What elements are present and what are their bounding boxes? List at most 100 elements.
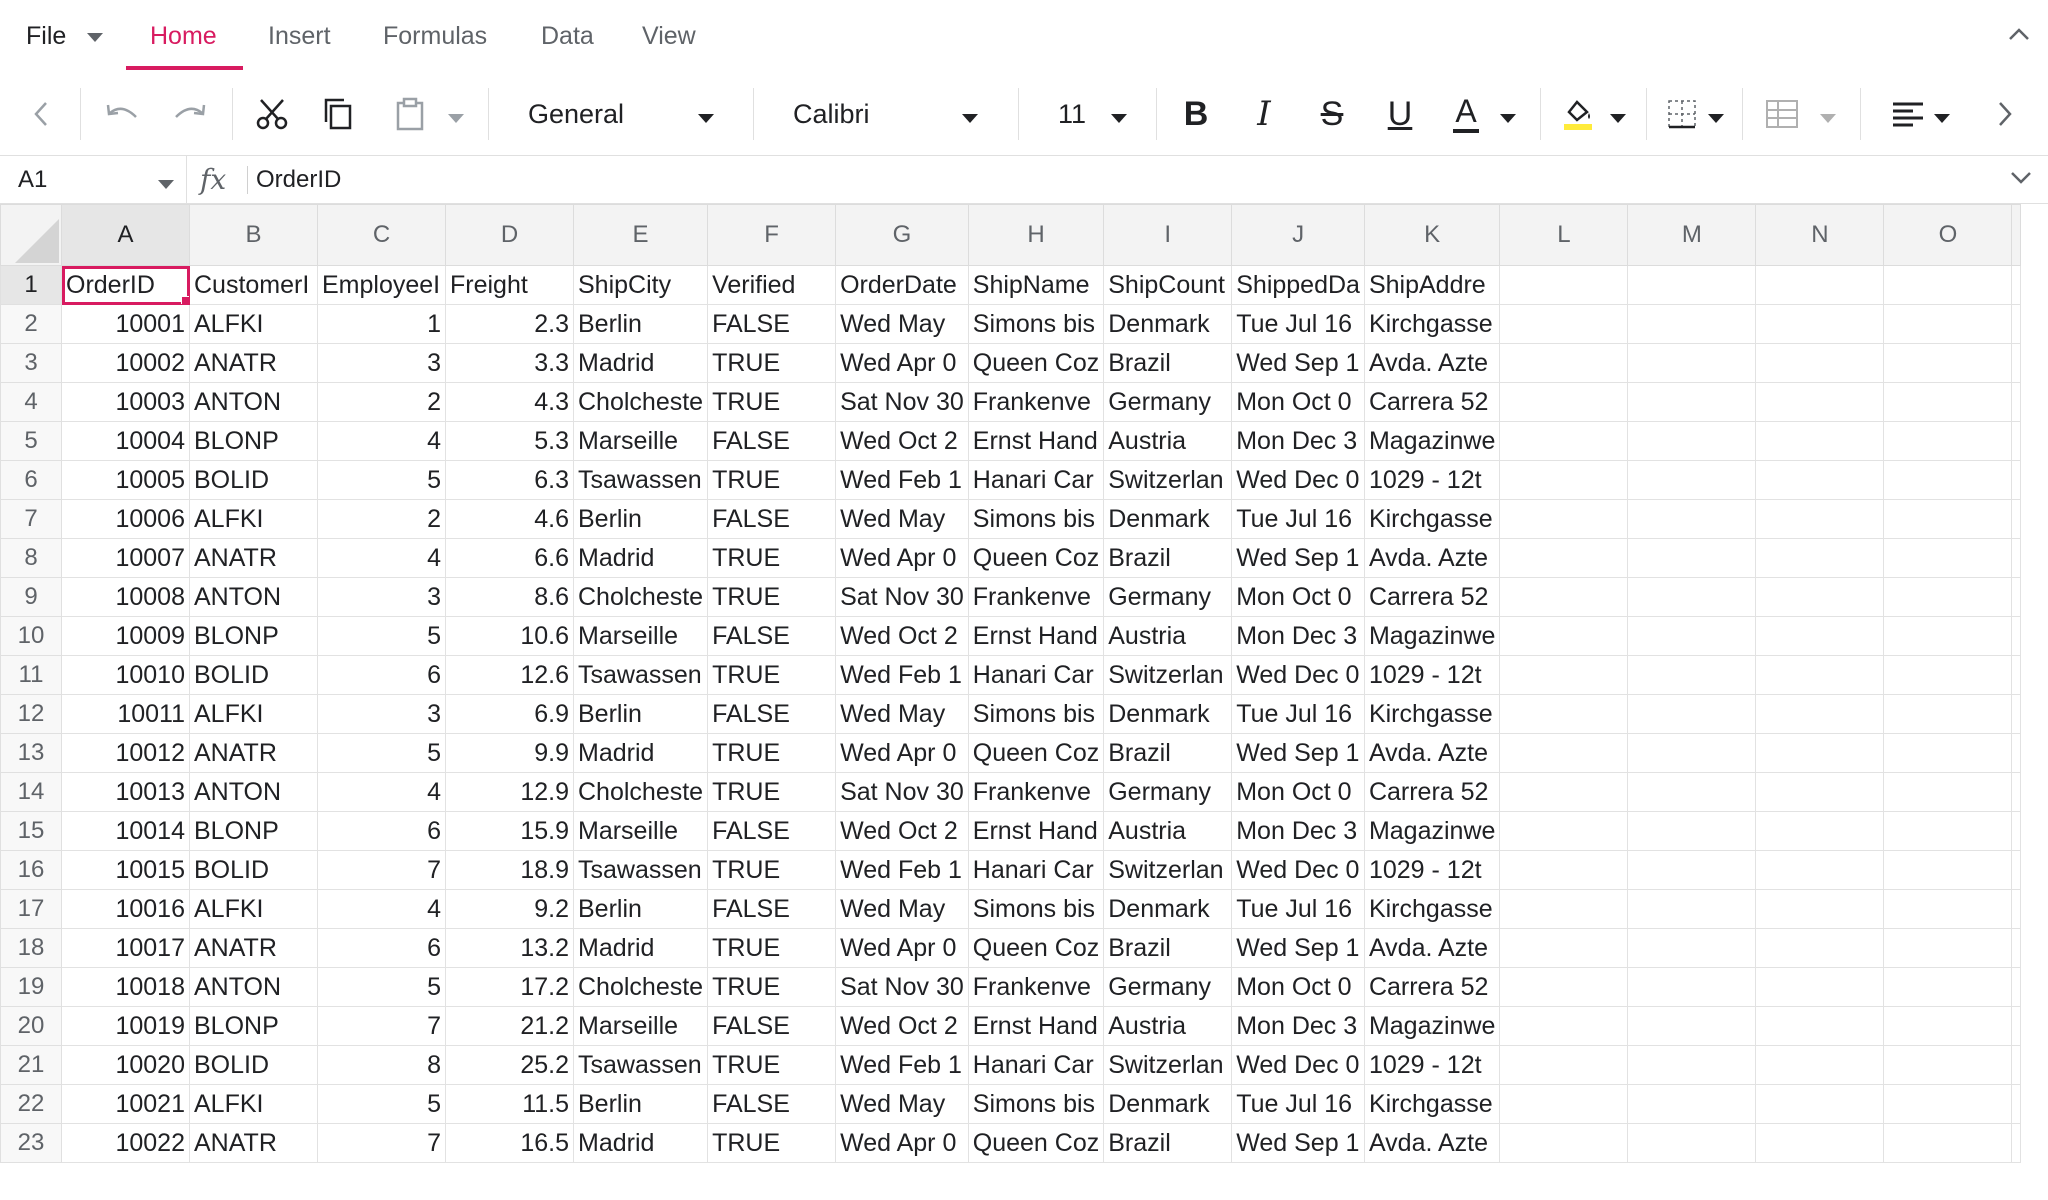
cell-m23[interactable]	[1627, 1123, 1757, 1163]
cell-a21[interactable]: 10020	[61, 1045, 190, 1085]
cell-l8[interactable]	[1499, 538, 1629, 578]
collapse-ribbon-icon[interactable]	[2008, 26, 2030, 47]
cell-o21[interactable]	[1883, 1045, 2013, 1085]
cell-n14[interactable]	[1755, 772, 1885, 812]
cell-j1[interactable]: ShippedDa	[1231, 265, 1365, 305]
file-menu[interactable]: File	[26, 0, 104, 70]
row-header[interactable]: 18	[0, 928, 62, 968]
cell-a15[interactable]: 10014	[61, 811, 190, 851]
cell-n2[interactable]	[1755, 304, 1885, 344]
font-family-dropdown[interactable]: Calibri	[793, 86, 870, 142]
cell-d2[interactable]: 2.3	[445, 304, 574, 344]
cell-k1[interactable]: ShipAddre	[1363, 265, 1501, 305]
cell-f5[interactable]: FALSE	[707, 421, 837, 461]
cell-m12[interactable]	[1627, 694, 1757, 734]
cell-j7[interactable]: Tue Jul 16	[1231, 499, 1365, 539]
cell-k21[interactable]: 1029 - 12t	[1363, 1045, 1501, 1085]
row-header[interactable]: 21	[0, 1045, 62, 1085]
cell-f21[interactable]: TRUE	[707, 1045, 837, 1085]
cell-a13[interactable]: 10012	[61, 733, 190, 773]
cell-o18[interactable]	[1883, 928, 2013, 968]
cell-f13[interactable]: TRUE	[707, 733, 837, 773]
cell-e2[interactable]: Berlin	[572, 304, 709, 344]
cell-i18[interactable]: Brazil	[1103, 928, 1233, 968]
cell-n21[interactable]	[1755, 1045, 1885, 1085]
cell-i1[interactable]: ShipCount	[1103, 265, 1233, 305]
cell-g18[interactable]: Wed Apr 0	[835, 928, 969, 968]
cell-e6[interactable]: Tsawassen	[572, 460, 709, 500]
cell-c12[interactable]: 3	[317, 694, 446, 734]
cell-l2[interactable]	[1499, 304, 1629, 344]
cell-n4[interactable]	[1755, 382, 1885, 422]
cell-f9[interactable]: TRUE	[707, 577, 837, 617]
cell-n5[interactable]	[1755, 421, 1885, 461]
cell-n19[interactable]	[1755, 967, 1885, 1007]
fill-color-button[interactable]	[1558, 86, 1598, 142]
column-header-l[interactable]: L	[1499, 204, 1629, 266]
cell-o1[interactable]	[1883, 265, 2013, 305]
cell-k6[interactable]: 1029 - 12t	[1363, 460, 1501, 500]
cell-n23[interactable]	[1755, 1123, 1885, 1163]
tab-formulas[interactable]: Formulas	[383, 0, 487, 70]
cell-f14[interactable]: TRUE	[707, 772, 837, 812]
row-header[interactable]: 19	[0, 967, 62, 1007]
row-header[interactable]: 10	[0, 616, 62, 656]
cell-a1[interactable]: OrderID	[61, 265, 190, 305]
cell-o16[interactable]	[1883, 850, 2013, 890]
cell-i12[interactable]: Denmark	[1103, 694, 1233, 734]
cell-g10[interactable]: Wed Oct 2	[835, 616, 969, 656]
cell-m2[interactable]	[1627, 304, 1757, 344]
cell-m3[interactable]	[1627, 343, 1757, 383]
cell-i11[interactable]: Switzerlan	[1103, 655, 1233, 695]
cell-g23[interactable]: Wed Apr 0	[835, 1123, 969, 1163]
row-header[interactable]: 15	[0, 811, 62, 851]
cell-b1[interactable]: CustomerI	[189, 265, 318, 305]
cell-l6[interactable]	[1499, 460, 1629, 500]
cell-h20[interactable]: Ernst Hand	[967, 1006, 1105, 1046]
cell-f15[interactable]: FALSE	[707, 811, 837, 851]
column-header-n[interactable]: N	[1755, 204, 1885, 266]
cell-b10[interactable]: BLONP	[189, 616, 318, 656]
cell-b6[interactable]: BOLID	[189, 460, 318, 500]
cell-n1[interactable]	[1755, 265, 1885, 305]
cell-c2[interactable]: 1	[317, 304, 446, 344]
cell-l4[interactable]	[1499, 382, 1629, 422]
borders-chevron-down-icon[interactable]	[1708, 110, 1724, 128]
cell-e1[interactable]: ShipCity	[572, 265, 709, 305]
cell-j16[interactable]: Wed Dec 0	[1231, 850, 1365, 890]
cell-o4[interactable]	[1883, 382, 2013, 422]
cell-j17[interactable]: Tue Jul 16	[1231, 889, 1365, 929]
undo-icon[interactable]	[100, 86, 144, 142]
cell-i3[interactable]: Brazil	[1103, 343, 1233, 383]
cell-j11[interactable]: Wed Dec 0	[1231, 655, 1365, 695]
fill-handle[interactable]	[181, 296, 189, 304]
cell-h8[interactable]: Queen Coz	[967, 538, 1105, 578]
row-header[interactable]: 9	[0, 577, 62, 617]
cell-f20[interactable]: FALSE	[707, 1006, 837, 1046]
cell-a23[interactable]: 10022	[61, 1123, 190, 1163]
cell-j13[interactable]: Wed Sep 1	[1231, 733, 1365, 773]
copy-icon[interactable]	[316, 86, 360, 142]
cell-i19[interactable]: Germany	[1103, 967, 1233, 1007]
cell-f12[interactable]: FALSE	[707, 694, 837, 734]
cell-c10[interactable]: 5	[317, 616, 446, 656]
cell-h3[interactable]: Queen Coz	[967, 343, 1105, 383]
font-color-button[interactable]: A	[1446, 86, 1486, 142]
cell-e14[interactable]: Cholcheste	[572, 772, 709, 812]
cell-m21[interactable]	[1627, 1045, 1757, 1085]
cell-b7[interactable]: ALFKI	[189, 499, 318, 539]
cell-j15[interactable]: Mon Dec 3	[1231, 811, 1365, 851]
cell-k18[interactable]: Avda. Azte	[1363, 928, 1501, 968]
cell-d18[interactable]: 13.2	[445, 928, 574, 968]
tab-insert[interactable]: Insert	[268, 0, 331, 70]
cell-j5[interactable]: Mon Dec 3	[1231, 421, 1365, 461]
cell-a19[interactable]: 10018	[61, 967, 190, 1007]
column-header-d[interactable]: D	[445, 204, 574, 266]
cell-c21[interactable]: 8	[317, 1045, 446, 1085]
number-format-chevron-down-icon[interactable]	[698, 110, 714, 128]
cell-e19[interactable]: Cholcheste	[572, 967, 709, 1007]
cell-l7[interactable]	[1499, 499, 1629, 539]
cell-m4[interactable]	[1627, 382, 1757, 422]
cell-k13[interactable]: Avda. Azte	[1363, 733, 1501, 773]
cell-d14[interactable]: 12.9	[445, 772, 574, 812]
